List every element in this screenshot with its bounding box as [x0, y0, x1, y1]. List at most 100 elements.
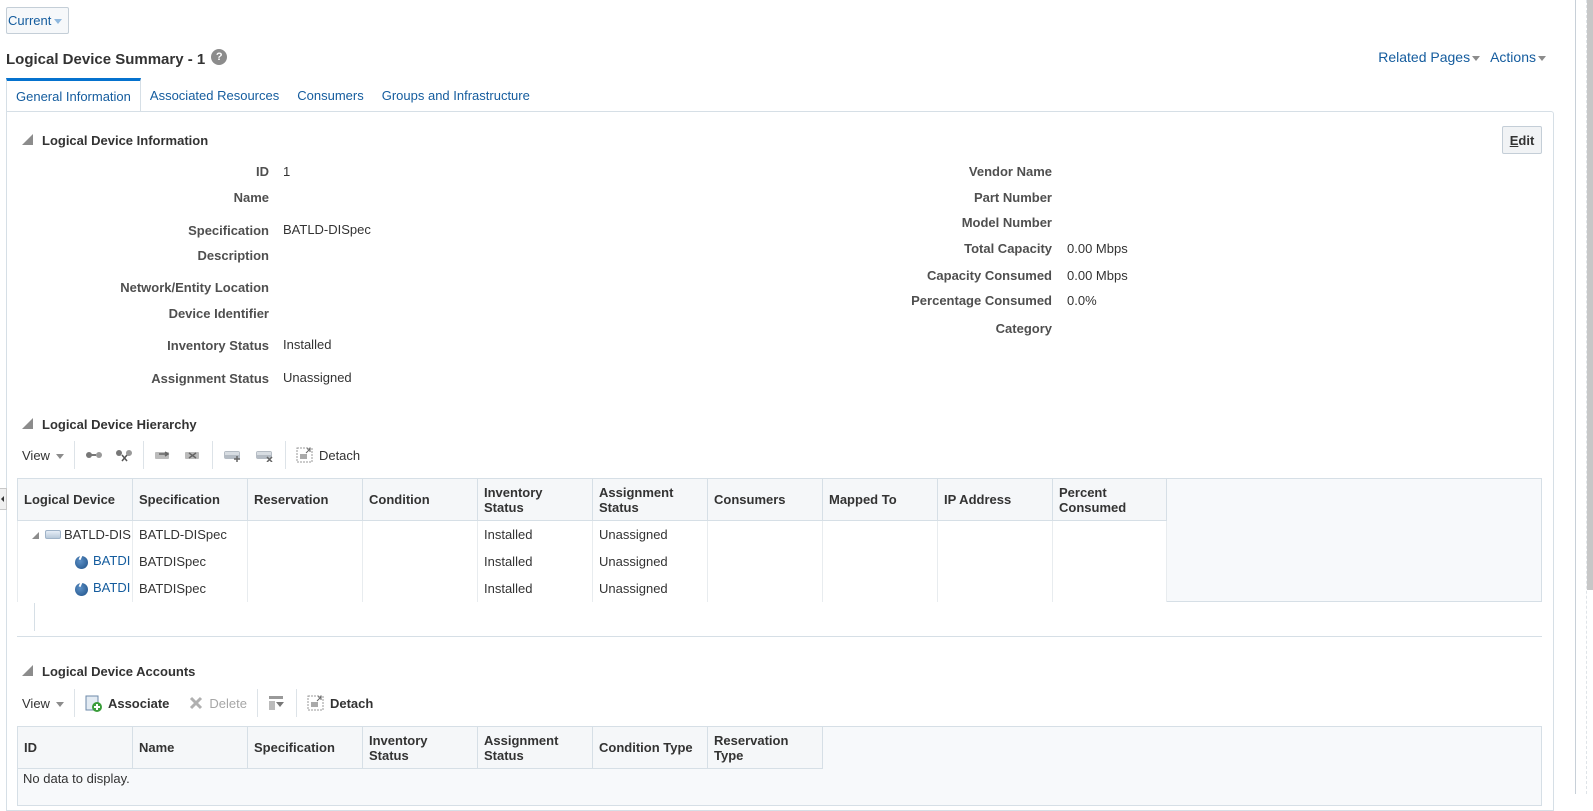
current-label: Current — [8, 13, 52, 28]
cell-assignment-status: Unassigned — [592, 547, 708, 575]
detach-label: Detach — [329, 695, 374, 711]
field-label-percentage-consumed: Percentage Consumed — [911, 293, 1052, 308]
column-header-text: Specification — [254, 740, 335, 755]
cell-assignment-status: Unassigned — [592, 520, 708, 548]
view-label: View — [22, 447, 50, 463]
current-version-dropdown[interactable]: Current — [6, 7, 70, 34]
accounts-table: ID Name Specification Inventory Status Assign… — [17, 726, 823, 769]
table-row[interactable]: BATDI BATDISpec Installed Unassigned — [17, 547, 1167, 575]
add-device-button[interactable] — [217, 440, 249, 470]
column-header[interactable]: Logical Device — [17, 478, 133, 521]
column-header[interactable]: Assignment Status — [592, 478, 708, 521]
scrollbar-thumb[interactable] — [1587, 0, 1593, 590]
associate-icon — [85, 695, 102, 712]
view-menu[interactable]: View — [16, 440, 70, 470]
remove-device-icon — [255, 451, 273, 462]
cell-condition — [362, 520, 478, 548]
cell-ip-address — [937, 547, 1053, 575]
cell-specification[interactable]: BATDISpec — [132, 574, 248, 602]
associate-label: Associate — [107, 695, 170, 711]
specification-link[interactable]: BATLD-DISpec — [283, 222, 371, 237]
column-header[interactable]: Consumers — [707, 478, 823, 521]
field-label-name: Name — [233, 190, 269, 205]
chevron-down-icon — [54, 19, 63, 24]
column-header[interactable]: Inventory Status — [362, 726, 478, 769]
column-header[interactable]: Reservation — [247, 478, 363, 521]
column-header-text: Reservation — [714, 732, 789, 748]
move-up-button[interactable] — [148, 440, 178, 470]
column-header-text: IP Address — [944, 492, 1012, 507]
collapse-icon[interactable] — [22, 665, 33, 676]
column-header-text: Condition Type — [599, 740, 693, 755]
help-icon[interactable]: ? — [211, 48, 228, 65]
toolbar-separator — [284, 441, 286, 469]
column-header-text: Logical Device — [24, 492, 116, 507]
column-header-text: Assignment — [599, 484, 674, 500]
section-header-information[interactable]: Logical Device Information — [22, 133, 208, 148]
move-down-button[interactable] — [178, 440, 208, 470]
query-by-example-button[interactable] — [262, 688, 292, 718]
splitter-collapse-handle[interactable] — [0, 488, 7, 510]
field-label-inventory-status: Inventory Status — [167, 338, 269, 353]
logical-device-link[interactable]: BATDI — [93, 553, 130, 568]
column-header[interactable]: Specification — [247, 726, 363, 769]
tab-consumers[interactable]: Consumers — [288, 78, 372, 111]
column-header[interactable]: Percent Consumed — [1052, 478, 1167, 521]
cell-assignment-status: Unassigned — [592, 574, 708, 602]
delete-button[interactable]: Delete — [183, 688, 253, 718]
logical-device-link[interactable]: BATDI — [93, 580, 130, 595]
table-row[interactable]: BATDI BATDISpec Installed Unassigned — [17, 574, 1167, 602]
cell-specification[interactable]: BATDISpec — [132, 547, 248, 575]
section-title: Logical Device Information — [42, 133, 209, 148]
column-header[interactable]: Mapped To — [822, 478, 938, 521]
edit-label-rest: dit — [1518, 132, 1535, 148]
page-scrollbar[interactable] — [1566, 0, 1593, 794]
column-header[interactable]: ID — [17, 726, 133, 769]
tab-groups-and-infrastructure[interactable]: Groups and Infrastructure — [373, 78, 539, 111]
expand-all-button[interactable] — [79, 440, 109, 470]
column-header[interactable]: Specification — [132, 478, 248, 521]
detach-button[interactable]: Detach — [301, 688, 379, 718]
column-header-text: Consumers — [714, 492, 786, 507]
section-header-hierarchy[interactable]: Logical Device Hierarchy — [22, 417, 197, 432]
view-menu[interactable]: View — [16, 688, 70, 718]
associate-button[interactable]: Associate — [79, 688, 175, 718]
field-label-specification: Specification — [188, 223, 269, 238]
collapse-icon[interactable] — [22, 134, 33, 145]
table-row[interactable]: BATLD-DIS BATLD-DISpec Installed Unassigned — [17, 520, 1167, 548]
detach-button[interactable]: Detach — [290, 440, 366, 470]
toolbar-separator — [142, 441, 144, 469]
column-header[interactable]: Condition — [362, 478, 478, 521]
hierarchy-toolbar: View Detach — [16, 440, 366, 470]
chevron-down-icon — [1538, 55, 1546, 61]
accounts-toolbar: View Associate Delete Detach — [16, 688, 379, 718]
tab-associated-resources[interactable]: Associated Resources — [141, 78, 288, 111]
column-header-text: Assignment — [484, 732, 559, 748]
section-title: Logical Device Accounts — [42, 664, 196, 679]
tab-general-information[interactable]: General Information — [6, 78, 141, 112]
cell-logical-device: BATLD-DIS — [17, 520, 133, 548]
column-header[interactable]: IP Address — [937, 478, 1053, 521]
field-value-percentage-consumed: 0.0% — [1067, 293, 1097, 308]
field-value-id: 1 — [283, 164, 291, 179]
cell-specification[interactable]: BATLD-DISpec — [132, 520, 248, 548]
column-header[interactable]: Name — [132, 726, 248, 769]
column-header[interactable]: Assignment Status — [477, 726, 593, 769]
column-header-text: Reservation — [254, 492, 329, 507]
view-label: View — [22, 695, 50, 711]
collapse-all-button[interactable] — [109, 440, 139, 470]
remove-device-button[interactable] — [249, 440, 281, 470]
column-header[interactable]: Reservation Type — [707, 726, 823, 769]
column-header[interactable]: Inventory Status — [477, 478, 593, 521]
toolbar-separator — [211, 441, 213, 469]
edit-button[interactable]: Edit — [1502, 126, 1542, 154]
column-header-text: Status — [599, 499, 639, 515]
column-header-text: Inventory — [484, 484, 543, 500]
tree-collapse-icon[interactable] — [32, 531, 39, 539]
related-pages-menu[interactable]: Related Pages — [1378, 49, 1481, 65]
cell-inventory-status: Installed — [477, 547, 593, 575]
section-header-accounts[interactable]: Logical Device Accounts — [22, 664, 195, 679]
collapse-icon[interactable] — [22, 418, 33, 429]
column-header[interactable]: Condition Type — [592, 726, 708, 769]
actions-menu[interactable]: Actions — [1490, 49, 1546, 65]
